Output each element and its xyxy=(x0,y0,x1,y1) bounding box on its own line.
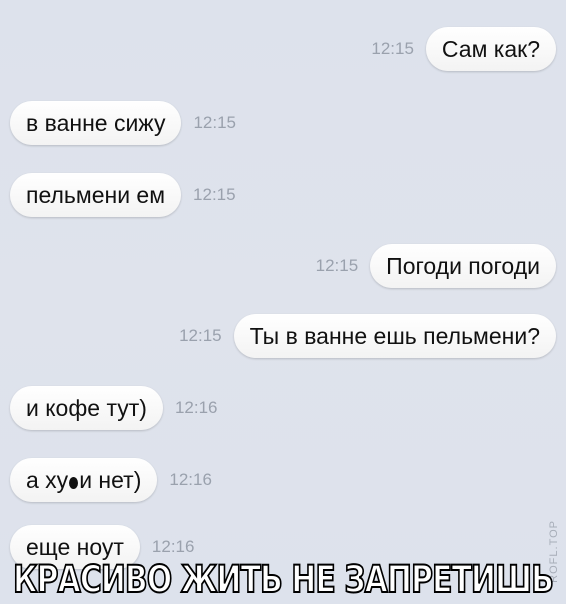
message-row: в ванне сижу 12:15 xyxy=(10,101,248,145)
message-bubble-outgoing[interactable]: Сам как? xyxy=(425,27,556,71)
message-row: 12:15 Погоди погоди xyxy=(304,244,556,288)
message-timestamp: 12:15 xyxy=(371,39,414,58)
message-row: 12:15 Сам как? xyxy=(359,27,556,71)
message-bubble-incoming[interactable]: пельмени ем xyxy=(10,173,182,217)
message-bubble-outgoing[interactable]: Погоди погоди xyxy=(370,244,556,288)
message-timestamp: 12:16 xyxy=(174,398,218,417)
message-timestamp: 12:15 xyxy=(193,113,236,132)
message-row: 12:15 Ты в ванне ешь пельмени? xyxy=(167,314,556,358)
meme-caption: КРАСИВО ЖИТЬ НЕ ЗАПРЕТИШЬ xyxy=(12,557,555,603)
message-timestamp: 12:15 xyxy=(179,326,222,345)
message-text-part: а ху xyxy=(26,467,69,493)
censor-blot-icon xyxy=(69,477,79,489)
message-row: а ху и нет) 12:16 xyxy=(10,458,224,502)
message-timestamp: 12:16 xyxy=(151,537,195,556)
message-bubble-incoming[interactable]: в ванне сижу xyxy=(10,101,182,145)
message-bubble-incoming[interactable]: и кофе тут) xyxy=(10,386,163,430)
chat-thread: 12:15 Сам как? в ванне сижу 12:15 пельме… xyxy=(0,0,566,604)
message-timestamp: 12:15 xyxy=(315,256,359,275)
message-row: и кофе тут) 12:16 xyxy=(10,386,230,430)
message-bubble-incoming[interactable]: а ху и нет) xyxy=(10,458,158,502)
message-row: пельмени ем 12:15 xyxy=(10,173,248,217)
message-timestamp: 12:16 xyxy=(169,470,212,489)
message-timestamp: 12:15 xyxy=(193,185,236,204)
message-text-part: и нет) xyxy=(79,467,142,493)
message-bubble-outgoing[interactable]: Ты в ванне ешь пельмени? xyxy=(233,314,556,358)
